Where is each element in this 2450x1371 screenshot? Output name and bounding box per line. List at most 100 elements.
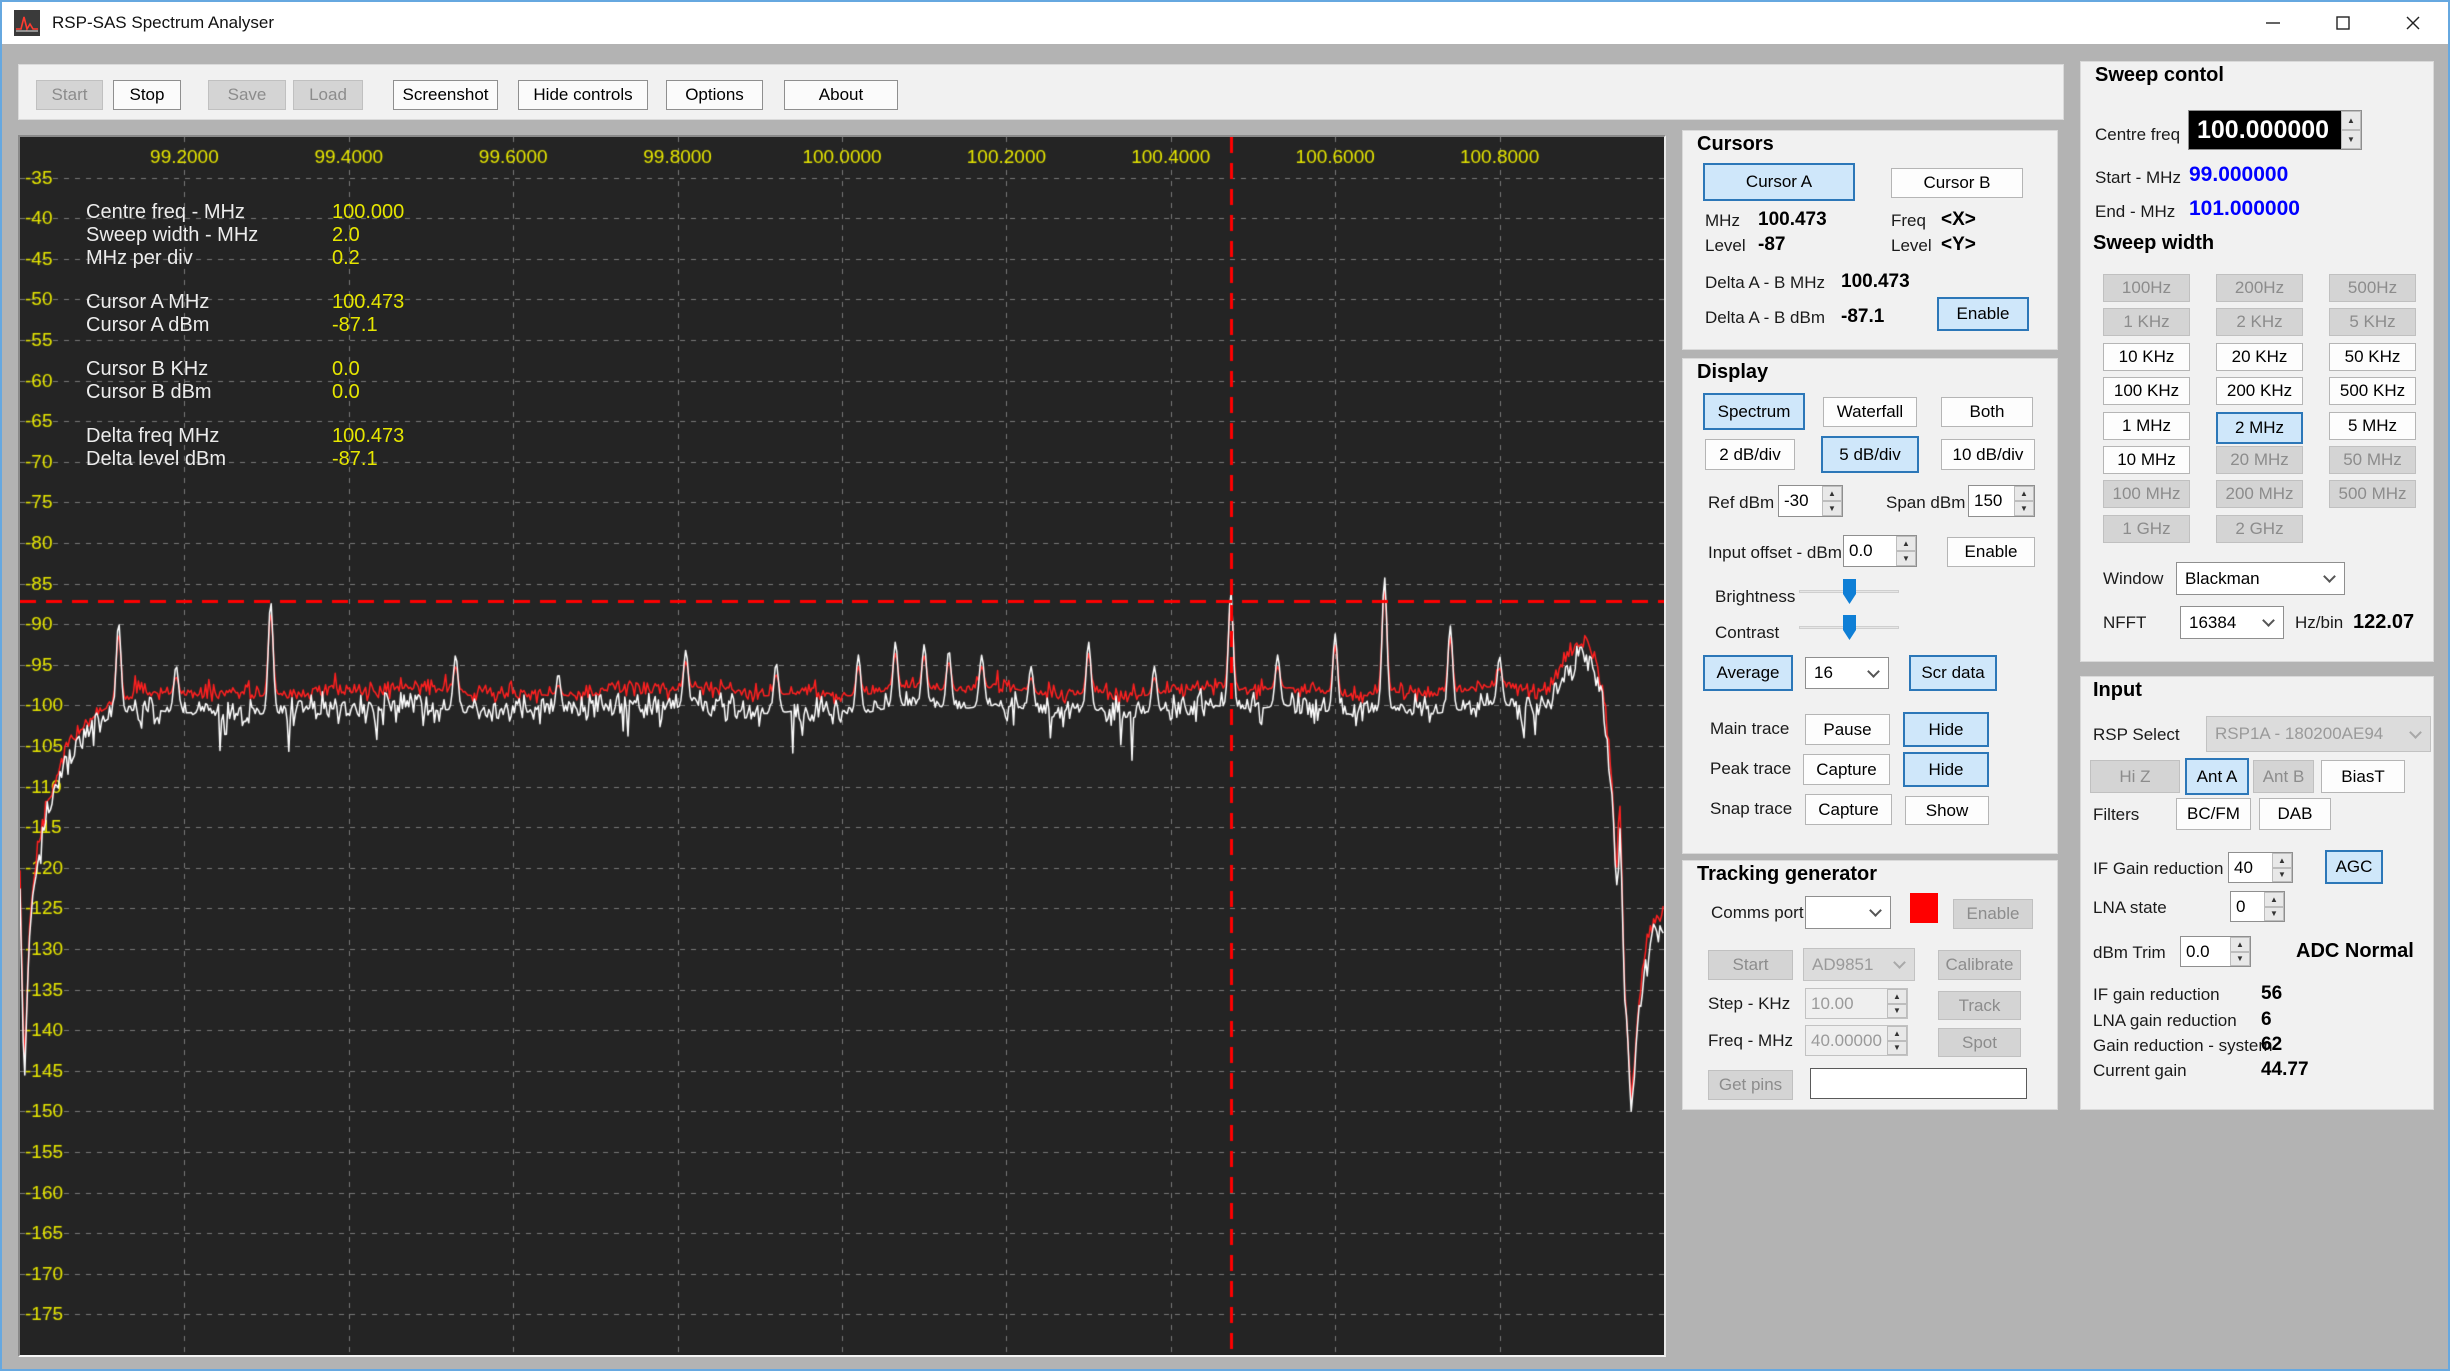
input-offset-spinner[interactable]: ▲▼ (1843, 535, 1917, 567)
about-button[interactable]: About (784, 80, 898, 110)
centre-freq-input[interactable]: ▲▼ (2188, 110, 2362, 150)
sweep-width-500-khz[interactable]: 500 KHz (2329, 377, 2416, 405)
gain-stat-value: 6 (2261, 1009, 2272, 1031)
biast-button[interactable]: BiasT (2321, 760, 2405, 793)
sweep-width-20-khz[interactable]: 20 KHz (2216, 343, 2303, 371)
sweep-control-panel: Sweep contol Centre freq ▲▼ Start - MHz … (2080, 61, 2434, 662)
stop-button[interactable]: Stop (113, 80, 181, 110)
sweep-width-10-mhz[interactable]: 10 MHz (2103, 446, 2190, 474)
sweep-width-100-khz[interactable]: 100 KHz (2103, 377, 2190, 405)
cursor-mhz-value: 100.473 (1758, 209, 1827, 231)
db5-div-button[interactable]: 5 dB/div (1821, 436, 1919, 473)
agc-button[interactable]: AGC (2325, 850, 2383, 884)
tracking-enable-button: Enable (1953, 899, 2033, 929)
input-title: Input (2093, 679, 2142, 702)
legend-label: Centre freq - MHz (86, 201, 245, 223)
bcfm-filter-button[interactable]: BC/FM (2176, 798, 2251, 830)
cursor-a-button[interactable]: Cursor A (1703, 163, 1855, 201)
input-panel: Input RSP Select RSP1A - 180200AE94 Hi Z… (2080, 676, 2434, 1110)
peak-trace-capture-button[interactable]: Capture (1803, 754, 1890, 785)
average-count-combo[interactable]: 16 (1805, 657, 1889, 689)
scr-data-button[interactable]: Scr data (1909, 655, 1997, 691)
brightness-label: Brightness (1715, 587, 1795, 607)
sweep-width-5-khz: 5 KHz (2329, 308, 2416, 336)
sweep-width-1-mhz[interactable]: 1 MHz (2103, 412, 2190, 440)
lna-state-spinner[interactable]: ▲▼ (2230, 891, 2285, 922)
sweep-width-10-khz[interactable]: 10 KHz (2103, 343, 2190, 371)
sweep-width-100-mhz: 100 MHz (2103, 480, 2190, 508)
legend-label: Cursor A dBm (86, 314, 209, 336)
snap-trace-show-button[interactable]: Show (1905, 796, 1989, 825)
dbm-trim-spinner[interactable]: ▲▼ (2180, 936, 2251, 967)
hide-controls-button[interactable]: Hide controls (518, 80, 648, 110)
cursor-freq-label: Freq (1891, 211, 1926, 231)
input-offset-label: Input offset - dBm (1708, 543, 1842, 563)
title-bar: RSP-SAS Spectrum Analyser (2, 2, 2448, 44)
cursors-enable-button[interactable]: Enable (1937, 297, 2029, 331)
legend-label: Delta level dBm (86, 448, 226, 470)
gain-stat-label: IF gain reduction (2093, 985, 2220, 1005)
minimize-icon[interactable] (2238, 2, 2308, 44)
cursor-mhz-label: MHz (1705, 211, 1740, 231)
waterfall-mode-button[interactable]: Waterfall (1823, 397, 1917, 427)
peak-trace-hide-button[interactable]: Hide (1903, 752, 1989, 787)
db10-div-button[interactable]: 10 dB/div (1941, 439, 2035, 470)
maximize-icon[interactable] (2308, 2, 2378, 44)
nfft-combo[interactable]: 16384 (2180, 606, 2284, 639)
sweep-width-200-khz[interactable]: 200 KHz (2216, 377, 2303, 405)
brightness-slider[interactable] (1799, 579, 1899, 605)
spectrum-mode-button[interactable]: Spectrum (1703, 393, 1805, 430)
step-khz-label: Step - KHz (1708, 994, 1790, 1014)
sweep-width-1-ghz: 1 GHz (2103, 515, 2190, 543)
offset-enable-button[interactable]: Enable (1947, 537, 2035, 567)
nfft-label: NFFT (2103, 613, 2146, 633)
legend-row: Delta freq MHz100.473 (86, 425, 219, 448)
comms-port-combo[interactable] (1805, 896, 1891, 929)
sweep-width-title: Sweep width (2093, 232, 2214, 255)
if-gain-reduction-label: IF Gain reduction (2093, 859, 2223, 879)
cursor-b-button[interactable]: Cursor B (1891, 168, 2023, 198)
screenshot-button[interactable]: Screenshot (393, 80, 498, 110)
legend-value: -87.1 (332, 314, 378, 337)
hzbin-value: 122.07 (2353, 611, 2414, 634)
sweep-width-50-khz[interactable]: 50 KHz (2329, 343, 2416, 371)
track-button: Track (1938, 991, 2021, 1020)
span-dbm-spinner[interactable]: ▲▼ (1968, 485, 2035, 517)
pins-textbox[interactable] (1810, 1068, 2027, 1099)
if-gain-reduction-spinner[interactable]: ▲▼ (2228, 852, 2293, 883)
contrast-slider[interactable] (1799, 615, 1899, 641)
rsp-select-label: RSP Select (2093, 725, 2180, 745)
main-trace-pause-button[interactable]: Pause (1805, 714, 1890, 745)
sweep-width-200hz: 200Hz (2216, 274, 2303, 302)
ant-a-button[interactable]: Ant A (2185, 758, 2249, 795)
legend-value: 100.000 (332, 201, 404, 224)
tracking-generator-panel: Tracking generator Comms port Enable Sta… (1682, 860, 2058, 1110)
dab-filter-button[interactable]: DAB (2259, 798, 2331, 830)
sweep-width-2-mhz[interactable]: 2 MHz (2216, 412, 2303, 444)
close-icon[interactable] (2378, 2, 2448, 44)
legend-value: -87.1 (332, 448, 378, 471)
legend-label: MHz per div (86, 247, 193, 269)
legend-value: 0.2 (332, 247, 360, 270)
tracking-start-button: Start (1708, 950, 1793, 980)
get-pins-button: Get pins (1708, 1070, 1793, 1100)
legend-row: Centre freq - MHz100.000 (86, 201, 245, 224)
sweep-width-20-mhz: 20 MHz (2216, 446, 2303, 474)
options-button[interactable]: Options (666, 80, 763, 110)
ref-dbm-spinner[interactable]: ▲▼ (1778, 485, 1843, 517)
sweep-width-500hz: 500Hz (2329, 274, 2416, 302)
hzbin-label: Hz/bin (2295, 613, 2343, 633)
average-button[interactable]: Average (1703, 655, 1793, 691)
sweep-width-5-mhz[interactable]: 5 MHz (2329, 412, 2416, 440)
both-mode-button[interactable]: Both (1941, 397, 2033, 427)
legend-value: 100.473 (332, 425, 404, 448)
spectrum-canvas[interactable] (20, 137, 1664, 1355)
main-trace-hide-button[interactable]: Hide (1903, 712, 1989, 747)
ant-b-button: Ant B (2253, 760, 2314, 793)
snap-trace-capture-button[interactable]: Capture (1805, 794, 1892, 825)
db2-div-button[interactable]: 2 dB/div (1705, 439, 1795, 470)
hi-z-button: Hi Z (2090, 760, 2180, 793)
end-mhz-value: 101.000000 (2189, 197, 2300, 221)
spot-button: Spot (1938, 1028, 2021, 1057)
window-combo[interactable]: Blackman (2176, 562, 2345, 595)
